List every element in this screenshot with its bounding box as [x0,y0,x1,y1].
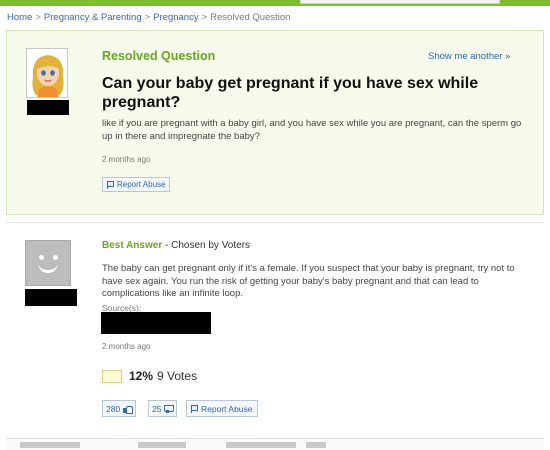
question-title: Can your baby get pregnant if you have s… [102,75,479,111]
answerer-avatar[interactable] [25,240,71,286]
answer-timestamp: 2 months ago [102,342,151,351]
answer-report-abuse-button[interactable]: Report Abuse [186,400,258,417]
asker-avatar[interactable] [26,48,68,98]
rating-star-box[interactable] [102,369,122,383]
answer-rating: 12% 9 Votes [102,367,197,385]
section-divider [6,222,544,223]
breadcrumb-separator: > [144,12,151,23]
best-answer-header: Best Answer - Chosen by Voters [102,240,250,251]
flag-icon [107,180,114,189]
redacted-source [101,312,211,334]
show-another-link[interactable]: Show me another » [428,51,510,62]
thumbs-down-count: 25 [152,403,162,414]
bottom-bar-item[interactable] [306,442,326,448]
breadcrumb: Home > Pregnancy & Parenting > Pregnancy > Res… [7,12,290,23]
best-answer-label: Best Answer [102,240,163,251]
redacted-username [27,100,69,115]
breadcrumb-pregnancy[interactable]: Pregnancy [153,12,198,23]
bottom-bar-item[interactable] [226,442,296,448]
chosen-by-label: - Chosen by Voters [162,240,251,251]
breadcrumb-home[interactable]: Home [7,12,32,23]
answer-body: The baby can get pregnant only if it's a… [102,263,515,299]
bottom-bar-item[interactable] [20,442,80,448]
question-timestamp: 2 months ago [102,155,151,164]
asker-avatar-image [27,49,67,97]
rating-percent: 12% [129,369,154,383]
bottom-action-bar [6,438,544,450]
thumbs-down-icon [164,404,175,413]
bottom-bar-item[interactable] [138,442,186,448]
breadcrumb-separator: > [35,12,41,23]
thumbs-up-icon [123,405,134,414]
question-details: like if you are pregnant with a baby gir… [102,118,522,142]
flag-icon [191,404,198,413]
question-report-abuse-button[interactable]: Report Abuse [102,177,171,192]
rating-votes: 9 Votes [157,369,198,383]
report-abuse-label: Report Abuse [201,403,253,414]
thumbs-up-count: 280 [106,403,121,414]
report-abuse-label: Report Abuse [117,180,166,189]
thumbs-down-button[interactable]: 25 [148,400,178,417]
search-box[interactable] [300,0,500,4]
redacted-username [25,289,77,306]
top-nav-bar [0,0,550,6]
breadcrumb-pregnancy-parenting[interactable]: Pregnancy & Parenting [44,12,142,23]
default-avatar-icon [38,263,58,273]
default-avatar-icon [39,255,44,260]
breadcrumb-current: Resolved Question [210,12,291,23]
breadcrumb-separator: > [201,12,208,23]
thumbs-up-button[interactable]: 280 [102,400,137,417]
resolved-question-label: Resolved Question [102,49,216,63]
default-avatar-icon [53,255,58,260]
